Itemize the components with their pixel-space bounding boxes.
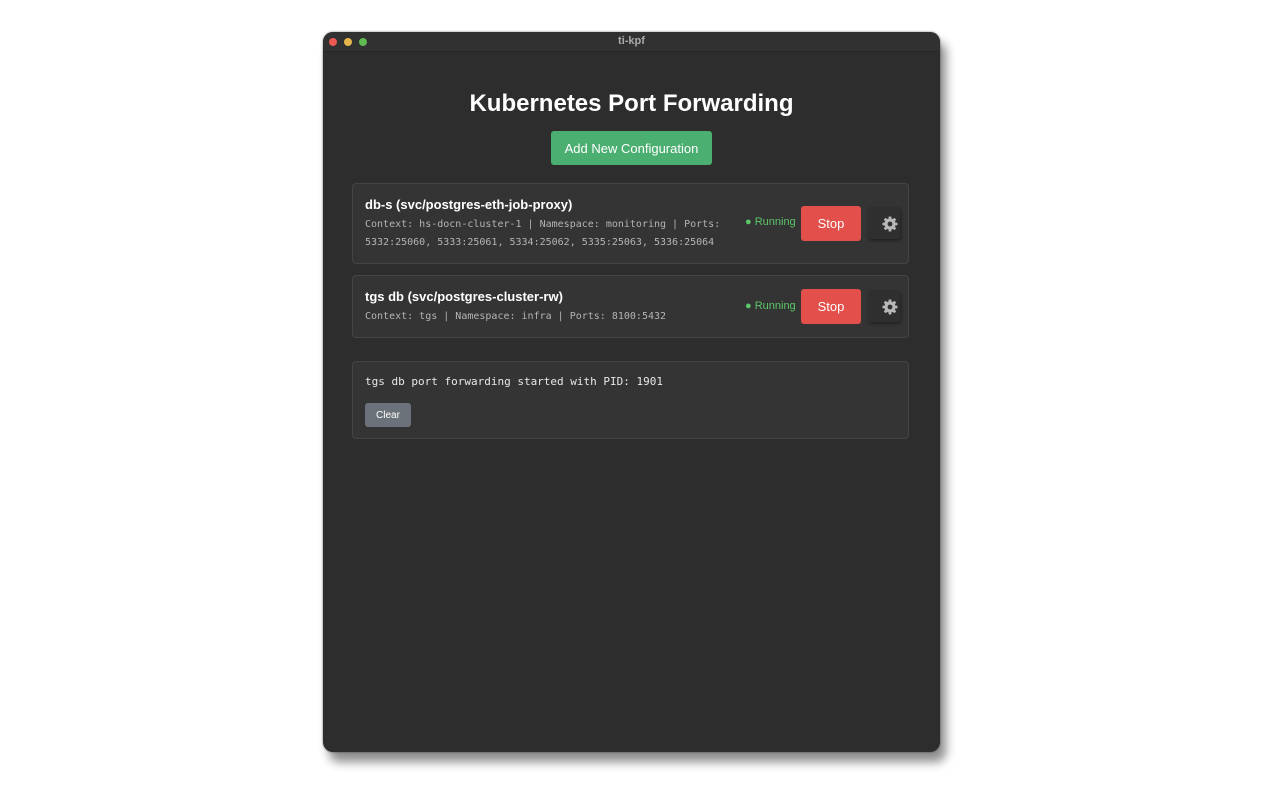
settings-button[interactable] — [868, 207, 900, 239]
config-card: tgs db (svc/postgres-cluster-rw) Context… — [352, 275, 909, 338]
log-message: tgs db port forwarding started with PID:… — [365, 375, 664, 388]
add-configuration-button[interactable]: Add New Configuration — [551, 131, 712, 165]
config-name: db-s (svc/postgres-eth-job-proxy) — [365, 197, 573, 212]
stop-button[interactable]: Stop — [801, 289, 861, 324]
title-bar[interactable]: ti-kpf — [323, 32, 940, 52]
gear-icon — [882, 216, 898, 232]
config-card: db-s (svc/postgres-eth-job-proxy) Contex… — [352, 183, 909, 264]
app-window: ti-kpf Kubernetes Port Forwarding Add Ne… — [323, 32, 940, 752]
settings-button[interactable] — [868, 290, 900, 322]
status-badge: ● Running — [745, 216, 796, 228]
config-name: tgs db (svc/postgres-cluster-rw) — [365, 289, 563, 304]
clear-log-button[interactable]: Clear — [365, 403, 411, 427]
stop-button[interactable]: Stop — [801, 206, 861, 241]
page-title: Kubernetes Port Forwarding — [469, 90, 794, 117]
log-panel: tgs db port forwarding started with PID:… — [352, 361, 909, 439]
window-title: ti-kpf — [618, 35, 645, 47]
gear-icon — [882, 299, 898, 315]
config-details: Context: tgs | Namespace: infra | Ports:… — [365, 311, 667, 322]
status-badge: ● Running — [745, 300, 796, 312]
config-details: Context: hs-docn-cluster-1 | Namespace: … — [365, 219, 721, 248]
